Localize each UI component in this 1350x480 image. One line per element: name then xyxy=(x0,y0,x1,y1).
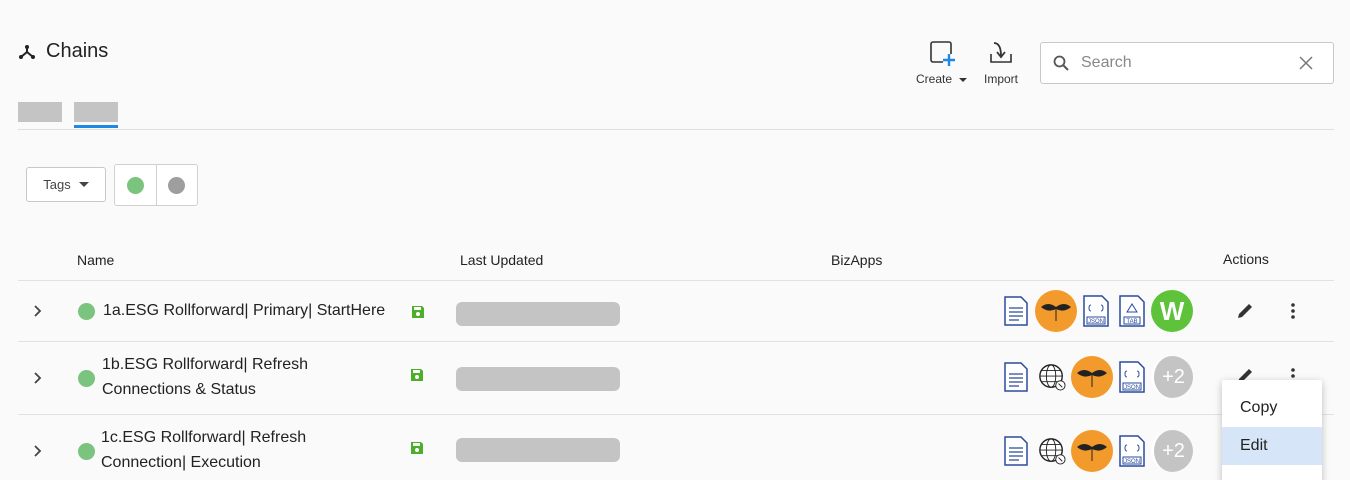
bizapps-list: JSON +2 xyxy=(998,429,1194,473)
context-menu: Copy Edit xyxy=(1222,380,1322,480)
close-icon[interactable] xyxy=(1299,56,1313,70)
kebab-menu-icon[interactable] xyxy=(1286,302,1300,320)
column-header-name[interactable]: Name xyxy=(77,252,114,268)
status-dot xyxy=(78,443,95,460)
import-button[interactable]: Import xyxy=(984,40,1018,86)
menu-item-edit[interactable]: Edit xyxy=(1222,427,1322,465)
document-icon[interactable] xyxy=(1002,360,1030,394)
tags-dropdown[interactable]: Tags xyxy=(26,167,106,202)
tabs-divider xyxy=(18,129,1334,130)
table-row[interactable]: 1c.ESG Rollforward| Refresh Connection| … xyxy=(18,415,1334,480)
search-box xyxy=(1040,42,1334,84)
create-label: Create xyxy=(916,72,953,86)
save-icon xyxy=(412,306,424,318)
svg-text:JSON: JSON xyxy=(1088,319,1104,325)
chevron-right-icon[interactable] xyxy=(32,305,44,317)
chain-name[interactable]: 1a.ESG Rollforward| Primary| StartHere xyxy=(103,298,423,323)
workiva-icon[interactable]: W xyxy=(1151,290,1193,332)
save-icon xyxy=(411,369,423,381)
page-title: Chains xyxy=(46,40,109,62)
mustache-app-icon[interactable] xyxy=(1071,356,1113,398)
column-header-bizapps: BizApps xyxy=(831,252,883,268)
search-icon xyxy=(1053,55,1069,71)
chevron-right-icon[interactable] xyxy=(32,372,44,384)
green-dot-icon xyxy=(126,176,144,194)
bizapps-list: JSON +2 xyxy=(998,355,1194,399)
page-header: Chains xyxy=(18,40,108,63)
last-updated-placeholder xyxy=(456,438,620,462)
create-icon xyxy=(929,41,955,66)
grey-dot-icon xyxy=(168,176,186,194)
tab-2[interactable] xyxy=(74,102,118,128)
globe-icon[interactable] xyxy=(1038,434,1066,468)
status-dot xyxy=(78,303,95,320)
chain-name[interactable]: 1b.ESG Rollforward| Refresh Connections … xyxy=(102,352,402,402)
more-apps-badge[interactable]: +2 xyxy=(1151,356,1193,398)
table-row[interactable]: 1b.ESG Rollforward| Refresh Connections … xyxy=(18,342,1334,414)
menu-item-copy[interactable]: Copy xyxy=(1222,389,1322,427)
json-file-icon[interactable]: JSON xyxy=(1118,434,1146,468)
last-updated-placeholder xyxy=(456,302,620,326)
mustache-app-icon[interactable] xyxy=(1071,430,1113,472)
search-input[interactable] xyxy=(1081,54,1299,72)
mustache-app-icon[interactable] xyxy=(1035,290,1077,332)
status-dot xyxy=(78,370,95,387)
chevron-down-icon xyxy=(959,77,968,82)
tab-1[interactable] xyxy=(18,102,62,122)
document-icon[interactable] xyxy=(1002,294,1030,328)
chain-name[interactable]: 1c.ESG Rollforward| Refresh Connection| … xyxy=(101,425,401,475)
column-header-last-updated[interactable]: Last Updated xyxy=(460,252,543,268)
status-filter-active[interactable] xyxy=(115,165,156,205)
svg-text:JSON: JSON xyxy=(1124,459,1140,465)
bizapps-list: JSON TAB W xyxy=(998,289,1194,333)
json-file-icon[interactable]: JSON xyxy=(1082,294,1110,328)
tab-bar xyxy=(18,102,130,128)
json-file-icon[interactable]: JSON xyxy=(1118,360,1146,394)
document-icon[interactable] xyxy=(1002,434,1030,468)
status-filter-inactive[interactable] xyxy=(155,165,198,205)
status-filter xyxy=(114,164,198,206)
tab-file-icon[interactable]: TAB xyxy=(1118,294,1146,328)
chains-icon xyxy=(19,44,35,59)
globe-icon[interactable] xyxy=(1038,360,1066,394)
create-button[interactable]: Create xyxy=(916,40,968,86)
pencil-icon[interactable] xyxy=(1236,302,1254,320)
import-icon xyxy=(990,42,1012,63)
more-apps-badge[interactable]: +2 xyxy=(1151,430,1193,472)
import-label: Import xyxy=(984,72,1019,86)
column-header-actions: Actions xyxy=(1223,251,1269,267)
save-icon xyxy=(411,442,423,454)
last-updated-placeholder xyxy=(456,367,620,391)
tags-label: Tags xyxy=(43,177,71,192)
table-row[interactable]: 1a.ESG Rollforward| Primary| StartHere J… xyxy=(18,281,1334,341)
chevron-right-icon[interactable] xyxy=(32,445,44,457)
svg-text:TAB: TAB xyxy=(1126,319,1137,325)
caret-down-icon xyxy=(78,182,89,187)
svg-text:JSON: JSON xyxy=(1124,385,1140,391)
